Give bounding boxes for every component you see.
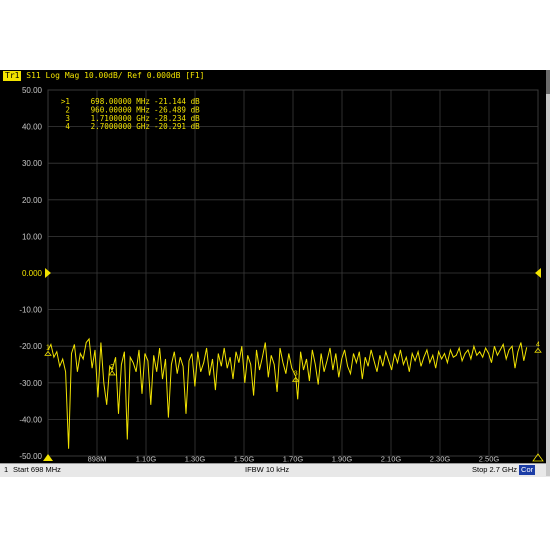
x-tick-label: 1.10G xyxy=(136,455,157,464)
correction-badge[interactable]: Cor xyxy=(519,465,536,475)
stop-frequency[interactable]: Stop 2.7 GHz xyxy=(472,465,517,474)
plot-area: 50.00 40.00 30.00 20.00 10.00 0.000 -10.00 -20.… xyxy=(19,86,544,464)
marker-value: -20.291 dB xyxy=(154,122,200,131)
x-tick-label: 1.90G xyxy=(332,455,353,464)
y-axis-tick-labels: 50.00 40.00 30.00 20.00 10.00 0.000 -10.00 -20.… xyxy=(19,86,42,461)
x-tick-label: 2.10G xyxy=(381,455,402,464)
trace-s11 xyxy=(47,337,528,449)
x-tick-label: 2.50G xyxy=(479,455,500,464)
start-frequency-marker xyxy=(43,454,53,461)
trace-tag[interactable]: Tr1 xyxy=(3,71,22,81)
x-tick-label: 1.50G xyxy=(234,455,255,464)
trace-line xyxy=(47,337,528,449)
y-tick-label: -40.00 xyxy=(19,415,42,424)
marker-number: 4 xyxy=(536,341,540,348)
x-tick-label: 898M xyxy=(88,455,107,464)
x-tick-label: 1.70G xyxy=(283,455,304,464)
status-bar: 1 Start 698 MHz IFBW 10 kHz Stop 2.7 GHz… xyxy=(0,463,550,477)
y-tick-label: 10.00 xyxy=(22,232,43,241)
y-tick-label: -10.00 xyxy=(19,306,42,315)
y-tick-label: -20.00 xyxy=(19,342,42,351)
y-tick-label: -30.00 xyxy=(19,379,42,388)
y-tick-label: 50.00 xyxy=(22,86,43,95)
vna-display: Tr1 S11 Log Mag 10.00dB/ Ref 0.000dB [F1… xyxy=(0,70,550,477)
x-axis-tick-labels: 898M 1.10G 1.30G 1.50G 1.70G 1.90G 2.10G 2.30G 2… xyxy=(88,455,500,464)
start-frequency[interactable]: Start 698 MHz xyxy=(13,464,61,476)
y-tick-label: 20.00 xyxy=(22,196,43,205)
y-tick-label: 30.00 xyxy=(22,159,43,168)
scrollbar[interactable] xyxy=(546,70,550,476)
marker-triangle xyxy=(108,370,116,376)
grid xyxy=(47,89,539,457)
ifbw[interactable]: IFBW 10 kHz xyxy=(245,464,289,476)
trace-title: S11 Log Mag 10.00dB/ Ref 0.000dB [F1] xyxy=(26,71,205,80)
marker-number: 2 xyxy=(110,364,114,371)
stop-frequency-group: Stop 2.7 GHz Cor xyxy=(472,464,536,476)
channel-number[interactable]: 1 xyxy=(4,464,8,476)
scrollbar-thumb[interactable] xyxy=(546,70,550,94)
trace-title-bar: Tr1 S11 Log Mag 10.00dB/ Ref 0.000dB [F1… xyxy=(0,70,550,82)
y-tick-label: -50.00 xyxy=(19,452,42,461)
y-tick-label: 40.00 xyxy=(22,123,43,132)
marker-table: >1 698.00000 MHz -21.144 dB2 960.00000 MHz -… xyxy=(61,97,200,131)
marker-label: 4 xyxy=(65,122,70,131)
marker-number: 3 xyxy=(294,370,298,377)
marker-number: 1 xyxy=(46,344,50,351)
x-tick-label: 1.30G xyxy=(185,455,206,464)
marker-frequency: 2.7000000 GHz xyxy=(91,122,150,131)
y-tick-label: 0.000 xyxy=(22,269,43,278)
x-tick-label: 2.30G xyxy=(430,455,451,464)
